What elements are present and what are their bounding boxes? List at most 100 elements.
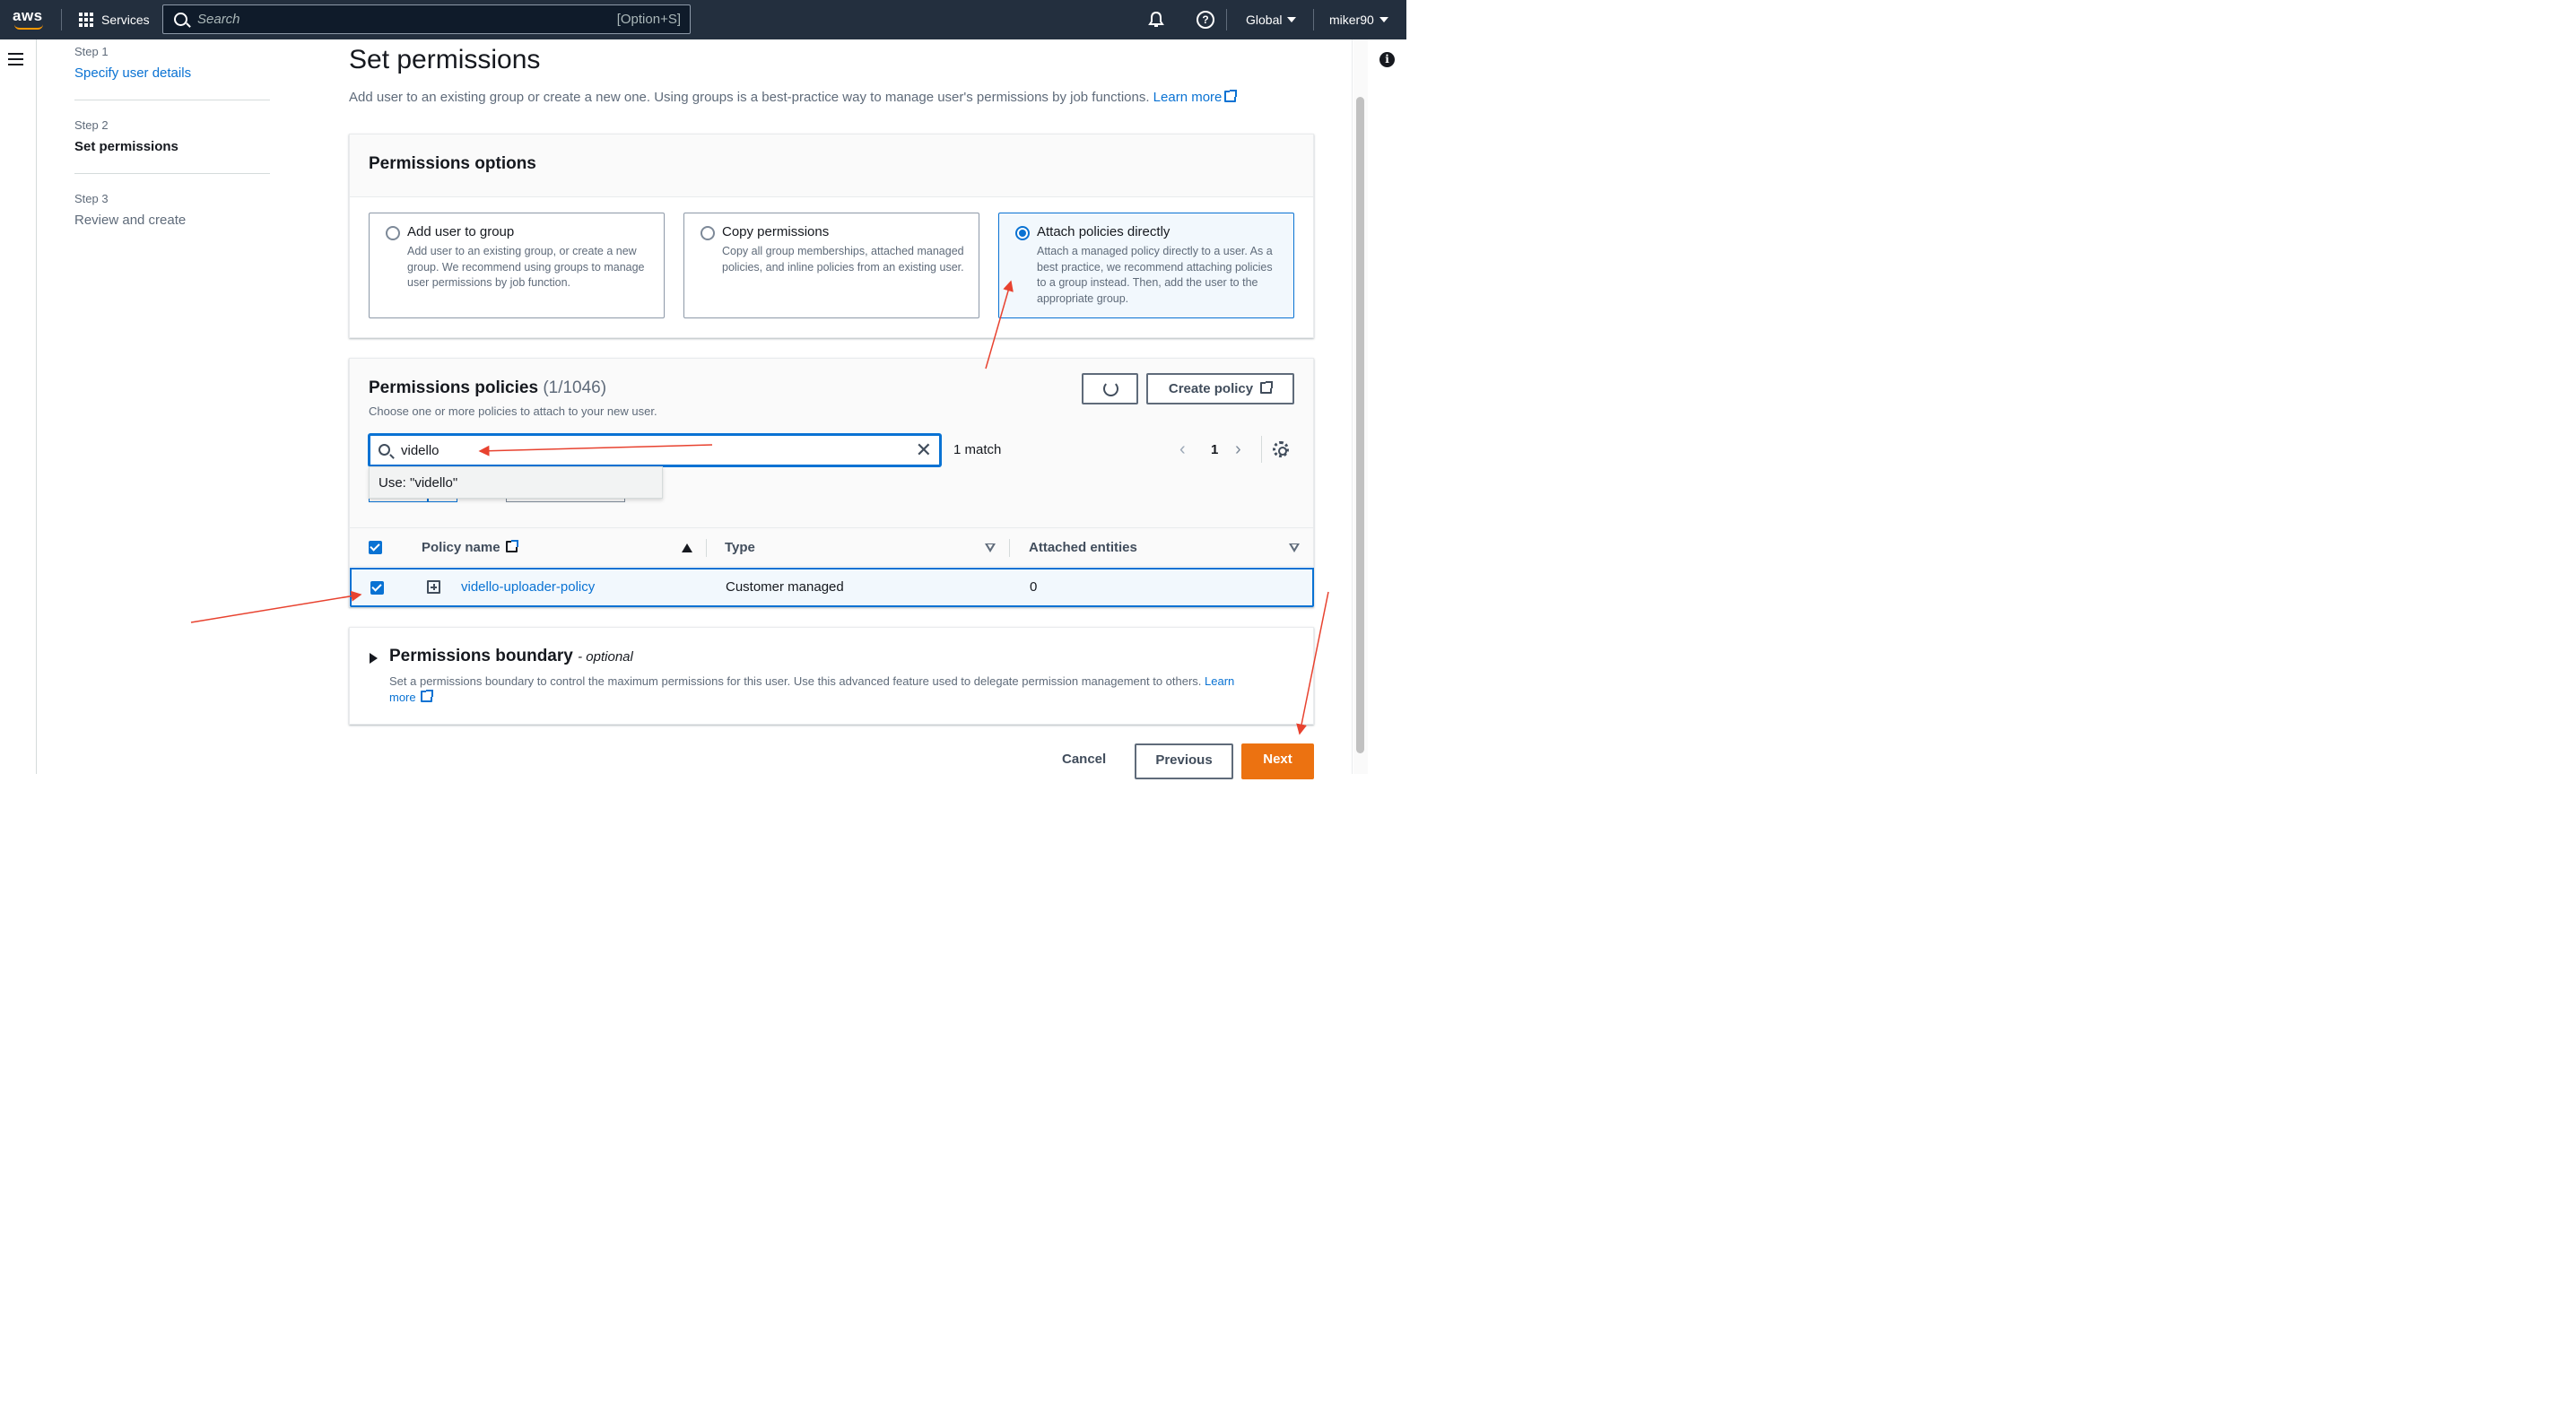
step-2-label: Step 2	[74, 118, 109, 132]
policy-type-cell: Customer managed	[726, 579, 844, 595]
cancel-button[interactable]: Cancel	[1062, 752, 1106, 767]
select-all-checkbox[interactable]	[369, 541, 382, 554]
radio-button[interactable]	[386, 226, 400, 240]
permissions-boundary-panel: Permissions boundary - optional Set a pe…	[349, 627, 1314, 725]
bell-icon[interactable]	[1147, 11, 1165, 29]
services-menu[interactable]: Services	[101, 13, 150, 27]
column-policy-name[interactable]: Policy name	[422, 540, 518, 555]
tile-description: Add user to an existing group, or create…	[407, 245, 645, 289]
external-link-icon	[1224, 90, 1238, 102]
filter-type-toggle[interactable]	[369, 499, 428, 502]
clear-filter-icon[interactable]: ✕	[916, 439, 932, 462]
hamburger-menu-icon[interactable]	[8, 53, 23, 65]
external-link-icon	[505, 540, 518, 552]
filter-usage-select[interactable]	[506, 499, 625, 502]
aws-logo-smile	[14, 24, 43, 30]
info-icon[interactable]: i	[1379, 52, 1395, 67]
row-checkbox[interactable]	[370, 581, 384, 595]
annotation-arrow-checkbox	[190, 590, 362, 623]
user-menu[interactable]: miker90	[1329, 13, 1388, 27]
previous-button[interactable]: Previous	[1135, 743, 1233, 779]
expand-icon[interactable]	[427, 580, 440, 594]
sort-icon[interactable]	[1289, 543, 1300, 552]
permissions-policies-panel: Permissions policies (1/1046) Choose one…	[349, 358, 1314, 607]
step-2-title: Set permissions	[74, 139, 178, 154]
policies-table-header: Policy name Type Attached entities	[350, 527, 1313, 567]
radio-button-selected[interactable]	[1015, 226, 1030, 240]
policies-title-text: Permissions policies	[369, 378, 539, 397]
next-button[interactable]: Next	[1241, 743, 1314, 779]
column-type[interactable]: Type	[725, 540, 755, 555]
search-input[interactable]	[197, 5, 592, 33]
step-1-label: Step 1	[74, 45, 109, 58]
step-divider	[74, 173, 270, 174]
refresh-button[interactable]	[1082, 373, 1138, 404]
tile-title: Add user to group	[407, 224, 515, 239]
nav-divider	[1226, 9, 1227, 30]
page-description: Add user to an existing group or create …	[349, 90, 1238, 105]
tile-description: Copy all group memberships, attached man…	[722, 245, 964, 274]
region-label: Global	[1246, 13, 1283, 27]
chevron-left-icon[interactable]: ‹	[1179, 439, 1186, 460]
page-number[interactable]: 1	[1211, 442, 1218, 457]
tile-add-user-to-group[interactable]: Add user to group Add user to an existin…	[369, 213, 665, 318]
policy-name-link[interactable]: vidello-uploader-policy	[461, 579, 595, 595]
top-navigation: aws Services [Option+S] ? Global miker90	[0, 0, 1406, 39]
boundary-title: Permissions boundary	[389, 647, 573, 665]
column-attached-entities[interactable]: Attached entities	[1029, 540, 1137, 555]
policies-description: Choose one or more policies to attach to…	[369, 404, 657, 418]
tile-description: Attach a managed policy directly to a us…	[1037, 245, 1273, 305]
attached-entities-cell: 0	[1030, 579, 1038, 595]
policies-count: (1/1046)	[543, 378, 607, 397]
learn-more-label: Learn more	[1153, 90, 1223, 105]
sort-icon[interactable]	[985, 543, 996, 552]
radio-button[interactable]	[701, 226, 715, 240]
caret-right-icon[interactable]	[370, 653, 378, 664]
page-description-text: Add user to an existing group or create …	[349, 90, 1150, 105]
tile-attach-policies-directly[interactable]: Attach policies directly Attach a manage…	[998, 213, 1294, 318]
tile-title: Copy permissions	[722, 224, 830, 239]
global-search[interactable]: [Option+S]	[162, 4, 691, 34]
step-3-title: Review and create	[74, 213, 187, 228]
policy-filter[interactable]: ✕	[369, 434, 941, 466]
services-grid-icon[interactable]	[79, 13, 93, 27]
external-link-icon	[420, 690, 433, 702]
sort-ascending-icon[interactable]	[682, 543, 692, 552]
search-icon	[174, 13, 187, 26]
filter-suggestion-dropdown[interactable]: Use: "vidello"	[369, 466, 663, 499]
step-3-label: Step 3	[74, 192, 109, 205]
create-policy-button[interactable]: Create policy	[1146, 373, 1294, 404]
scrollbar-thumb[interactable]	[1356, 97, 1364, 753]
chevron-right-icon[interactable]: ›	[1235, 439, 1241, 460]
table-row[interactable]: vidello-uploader-policy Customer managed…	[350, 568, 1314, 607]
policy-filter-input[interactable]	[401, 439, 903, 462]
permissions-boundary-header[interactable]: Permissions boundary - optional	[389, 647, 633, 666]
optional-label: - optional	[578, 649, 633, 665]
column-label: Policy name	[422, 540, 500, 555]
tile-copy-permissions[interactable]: Copy permissions Copy all group membersh…	[683, 213, 979, 318]
column-divider[interactable]	[706, 539, 707, 557]
gear-icon[interactable]	[1273, 441, 1289, 457]
filter-type-toggle[interactable]	[428, 499, 457, 502]
pager-divider	[1261, 436, 1262, 463]
step-1-link[interactable]: Specify user details	[74, 65, 191, 81]
nav-divider	[61, 9, 62, 30]
region-selector[interactable]: Global	[1246, 13, 1297, 27]
help-icon[interactable]: ?	[1197, 11, 1214, 29]
left-rail-divider	[36, 39, 37, 774]
search-icon	[379, 444, 390, 456]
refresh-icon	[1103, 381, 1118, 396]
aws-logo[interactable]: aws	[13, 7, 43, 25]
learn-more-link[interactable]: Learn more	[1153, 90, 1238, 105]
learn-label: Learn	[1205, 674, 1235, 688]
page-title: Set permissions	[349, 45, 541, 74]
filter-suggestion-option[interactable]: Use: "vidello"	[379, 475, 457, 491]
column-divider[interactable]	[1009, 539, 1010, 557]
permissions-options-panel: Permissions options Add user to group Ad…	[349, 134, 1314, 338]
more-label: more	[389, 691, 416, 704]
caret-down-icon	[1379, 17, 1388, 22]
username-label: miker90	[1329, 13, 1374, 27]
create-policy-label: Create policy	[1168, 381, 1254, 396]
nav-divider	[1313, 9, 1314, 30]
panel-header: Permissions options	[350, 135, 1313, 197]
